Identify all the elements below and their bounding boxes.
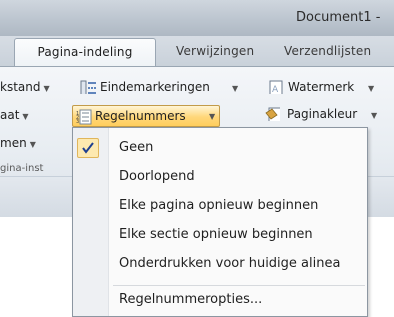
page-color-icon	[265, 107, 280, 121]
menu-item-label: Geen	[119, 140, 154, 155]
menu-item-onderdrukken[interactable]: Onderdrukken voor huidige alinea	[73, 252, 367, 276]
chevron-down-icon: ▼	[29, 140, 36, 149]
window-title: Document1 -	[296, 10, 381, 25]
checkmark-icon	[82, 142, 94, 154]
chevron-down-icon: ▼	[232, 84, 239, 93]
watermerk-label: Watermerk	[288, 80, 355, 94]
regelnummers-dropdown-menu: Geen Doorlopend Elke pagina opnieuw begi…	[72, 127, 368, 317]
menu-item-elke-sectie[interactable]: Elke sectie opnieuw beginnen	[73, 223, 367, 247]
ribbon-left-button-2[interactable]: aat ▼	[0, 108, 29, 122]
menu-item-label: Elke pagina opnieuw beginnen	[119, 198, 319, 213]
chevron-down-icon: ▼	[43, 84, 50, 93]
chevron-down-icon: ▼	[368, 84, 375, 93]
menu-item-regelnummeropties[interactable]: Regelnummeropties...	[73, 288, 367, 312]
ribbon-left-label-3: men	[0, 136, 27, 150]
ribbon-left-button-3[interactable]: men ▼	[0, 136, 36, 150]
menu-item-geen[interactable]: Geen	[73, 136, 367, 160]
checked-indicator	[77, 138, 99, 158]
ribbon-tab-row: Pagina-indeling Verwijzingen Verzendlijs…	[0, 36, 394, 68]
menu-item-label: Regelnummeropties...	[119, 292, 263, 307]
ribbon-left-button-1[interactable]: kstand ▼	[0, 80, 50, 94]
paginakleur-label: Paginakleur	[287, 107, 358, 121]
ribbon-left-label-2: aat	[0, 108, 20, 122]
chevron-down-icon: ▼	[209, 112, 216, 121]
menu-item-label: Doorlopend	[119, 169, 195, 184]
regelnummers-label: Regelnummers	[95, 109, 186, 123]
chevron-down-icon: ▼	[22, 112, 29, 121]
menu-item-elke-pagina[interactable]: Elke pagina opnieuw beginnen	[73, 194, 367, 218]
regelnummers-button[interactable]: 1 2 3 Regelnummers ▼	[72, 105, 220, 127]
eindemarkeringen-label: Eindemarkeringen	[100, 80, 210, 94]
breaks-icon	[80, 80, 96, 94]
menu-item-label: Elke sectie opnieuw beginnen	[119, 227, 313, 242]
svg-text:A: A	[272, 85, 279, 94]
tab-verzendlijsten[interactable]: Verzendlijsten	[284, 44, 371, 58]
svg-text:3: 3	[76, 119, 79, 125]
chevron-down-icon: ▼	[371, 111, 378, 120]
tab-verwijzingen[interactable]: Verwijzingen	[176, 44, 254, 58]
ribbon-group-label: gina-inst	[0, 163, 44, 174]
menu-separator	[113, 285, 365, 286]
menu-item-label: Onderdrukken voor huidige alinea	[119, 256, 341, 271]
tab-pagina-indeling[interactable]: Pagina-indeling	[14, 38, 156, 68]
line-numbers-icon: 1 2 3	[76, 109, 92, 125]
title-bar: Document1 -	[0, 0, 394, 36]
ribbon-left-label-1: kstand	[0, 80, 41, 94]
menu-item-doorlopend[interactable]: Doorlopend	[73, 165, 367, 189]
watermark-icon: A	[269, 80, 283, 94]
